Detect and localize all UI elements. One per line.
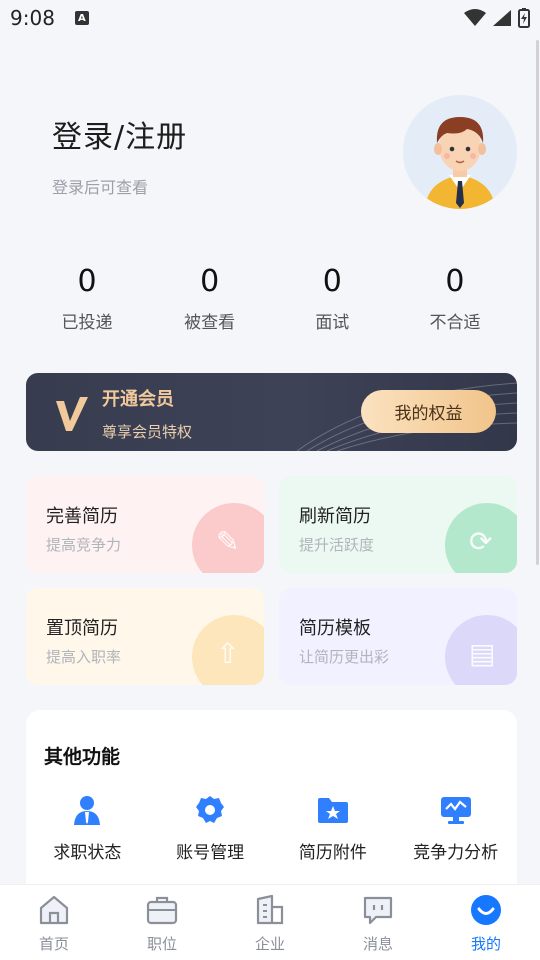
function-account[interactable]: 账号管理 [149,794,272,863]
briefcase-icon [145,893,179,927]
other-functions-card: 其他功能 求职状态 账号管理 简历附件 竞争力分析 [26,710,517,910]
tab-label: 消息 [362,935,393,953]
tile-complete-resume[interactable]: 完善简历 提高竞争力 ✎ [26,476,264,573]
stat-label: 不合适 [429,313,481,333]
stat-value: 0 [77,264,97,299]
stat-label: 被查看 [184,313,236,333]
status-notification-icon: A [74,11,89,25]
building-icon [253,893,287,927]
vip-subtitle: 尊享会员特权 [102,423,193,441]
gear-icon [194,794,226,826]
stat-value: 0 [445,264,465,299]
chart-monitor-icon [440,794,472,826]
battery-icon [518,8,530,28]
login-register-link[interactable]: 登录/注册 [52,112,187,156]
bottom-tab-bar: 首页 职位 企业 消息 我的 [0,884,540,960]
function-job-status[interactable]: 求职状态 [26,794,149,863]
status-bar: 9:08 A [0,0,540,36]
stat-value: 0 [200,264,220,299]
tile-resume-template[interactable]: 简历模板 让简历更出彩 ▤ [279,588,517,685]
stat-label: 面试 [315,313,350,333]
tab-me[interactable]: 我的 [432,885,540,960]
vip-logo-icon [56,397,88,431]
tab-label: 我的 [470,935,501,953]
stat-viewed[interactable]: 0 被查看 [149,262,271,342]
signal-icon [493,10,511,26]
stats-row: 0 已投递 0 被查看 0 面试 0 不合适 [26,262,516,342]
function-label: 竞争力分析 [413,843,499,863]
function-label: 求职状态 [53,843,122,863]
scrollbar[interactable] [536,40,539,565]
stat-applied[interactable]: 0 已投递 [26,262,148,342]
function-attachments[interactable]: 简历附件 [272,794,395,863]
tile-refresh-resume[interactable]: 刷新简历 提升活跃度 ⟳ [279,476,517,573]
my-benefits-button[interactable]: 我的权益 [361,390,496,433]
stat-label: 已投递 [61,313,113,333]
tab-label: 职位 [146,935,177,953]
status-time: 9:08 [10,6,55,30]
avatar-illustration [425,117,495,209]
person-status-icon [71,794,103,826]
home-icon [37,893,71,927]
login-hint: 登录后可查看 [52,178,149,197]
stat-unsuitable[interactable]: 0 不合适 [394,262,516,342]
function-label: 简历附件 [298,843,367,863]
tab-messages[interactable]: 消息 [324,885,432,960]
folder-star-icon [317,794,349,826]
stat-value: 0 [322,264,342,299]
tab-home[interactable]: 首页 [0,885,108,960]
message-icon [361,893,395,927]
function-list: 求职状态 账号管理 简历附件 竞争力分析 [26,794,517,863]
avatar[interactable] [403,95,517,209]
vip-title: 开通会员 [102,389,174,410]
section-title: 其他功能 [44,746,121,768]
function-competitiveness[interactable]: 竞争力分析 [394,794,517,863]
function-label: 账号管理 [176,843,245,863]
tab-jobs[interactable]: 职位 [108,885,216,960]
stat-interview[interactable]: 0 面试 [271,262,393,342]
tab-label: 首页 [38,935,69,953]
wifi-icon [464,9,486,26]
vip-banner[interactable]: 开通会员 尊享会员特权 我的权益 [26,373,517,451]
tile-pin-resume[interactable]: 置顶简历 提高入职率 ⇧ [26,588,264,685]
tab-companies[interactable]: 企业 [216,885,324,960]
tab-label: 企业 [254,935,285,953]
me-icon [469,893,503,927]
